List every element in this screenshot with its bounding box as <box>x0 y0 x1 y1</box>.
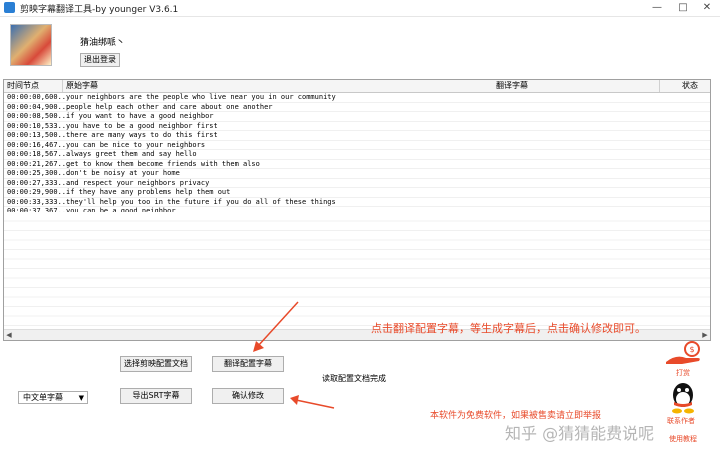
donate-icon[interactable]: $ <box>664 340 704 366</box>
subtitle-mode-select[interactable]: 中文单字幕 ▼ <box>18 391 88 404</box>
export-srt-button[interactable]: 导出SRT字幕 <box>120 388 192 404</box>
svg-text:$: $ <box>689 345 694 354</box>
watermark: 知乎 @猜猜能费说呢 <box>505 424 655 443</box>
arrow-to-translate <box>253 301 299 352</box>
select-config-button[interactable]: 选择剪映配置文档 <box>120 356 192 372</box>
confirm-button[interactable]: 确认修改 <box>212 388 284 404</box>
chevron-down-icon: ▼ <box>78 394 84 402</box>
status-text: 读取配置文档完成 <box>322 374 386 383</box>
qq-icon[interactable] <box>668 380 698 414</box>
annotation-arrows <box>253 301 335 409</box>
contact-author-label[interactable]: 联系作者 <box>667 416 695 426</box>
arrow-to-confirm <box>290 395 335 409</box>
subtitle-mode-value: 中文单字幕 <box>23 393 63 402</box>
tutorial-label[interactable]: 使用教程 <box>669 434 697 444</box>
translate-config-button[interactable]: 翻译配置字幕 <box>212 356 284 372</box>
donate-label: 打赏 <box>676 369 690 377</box>
